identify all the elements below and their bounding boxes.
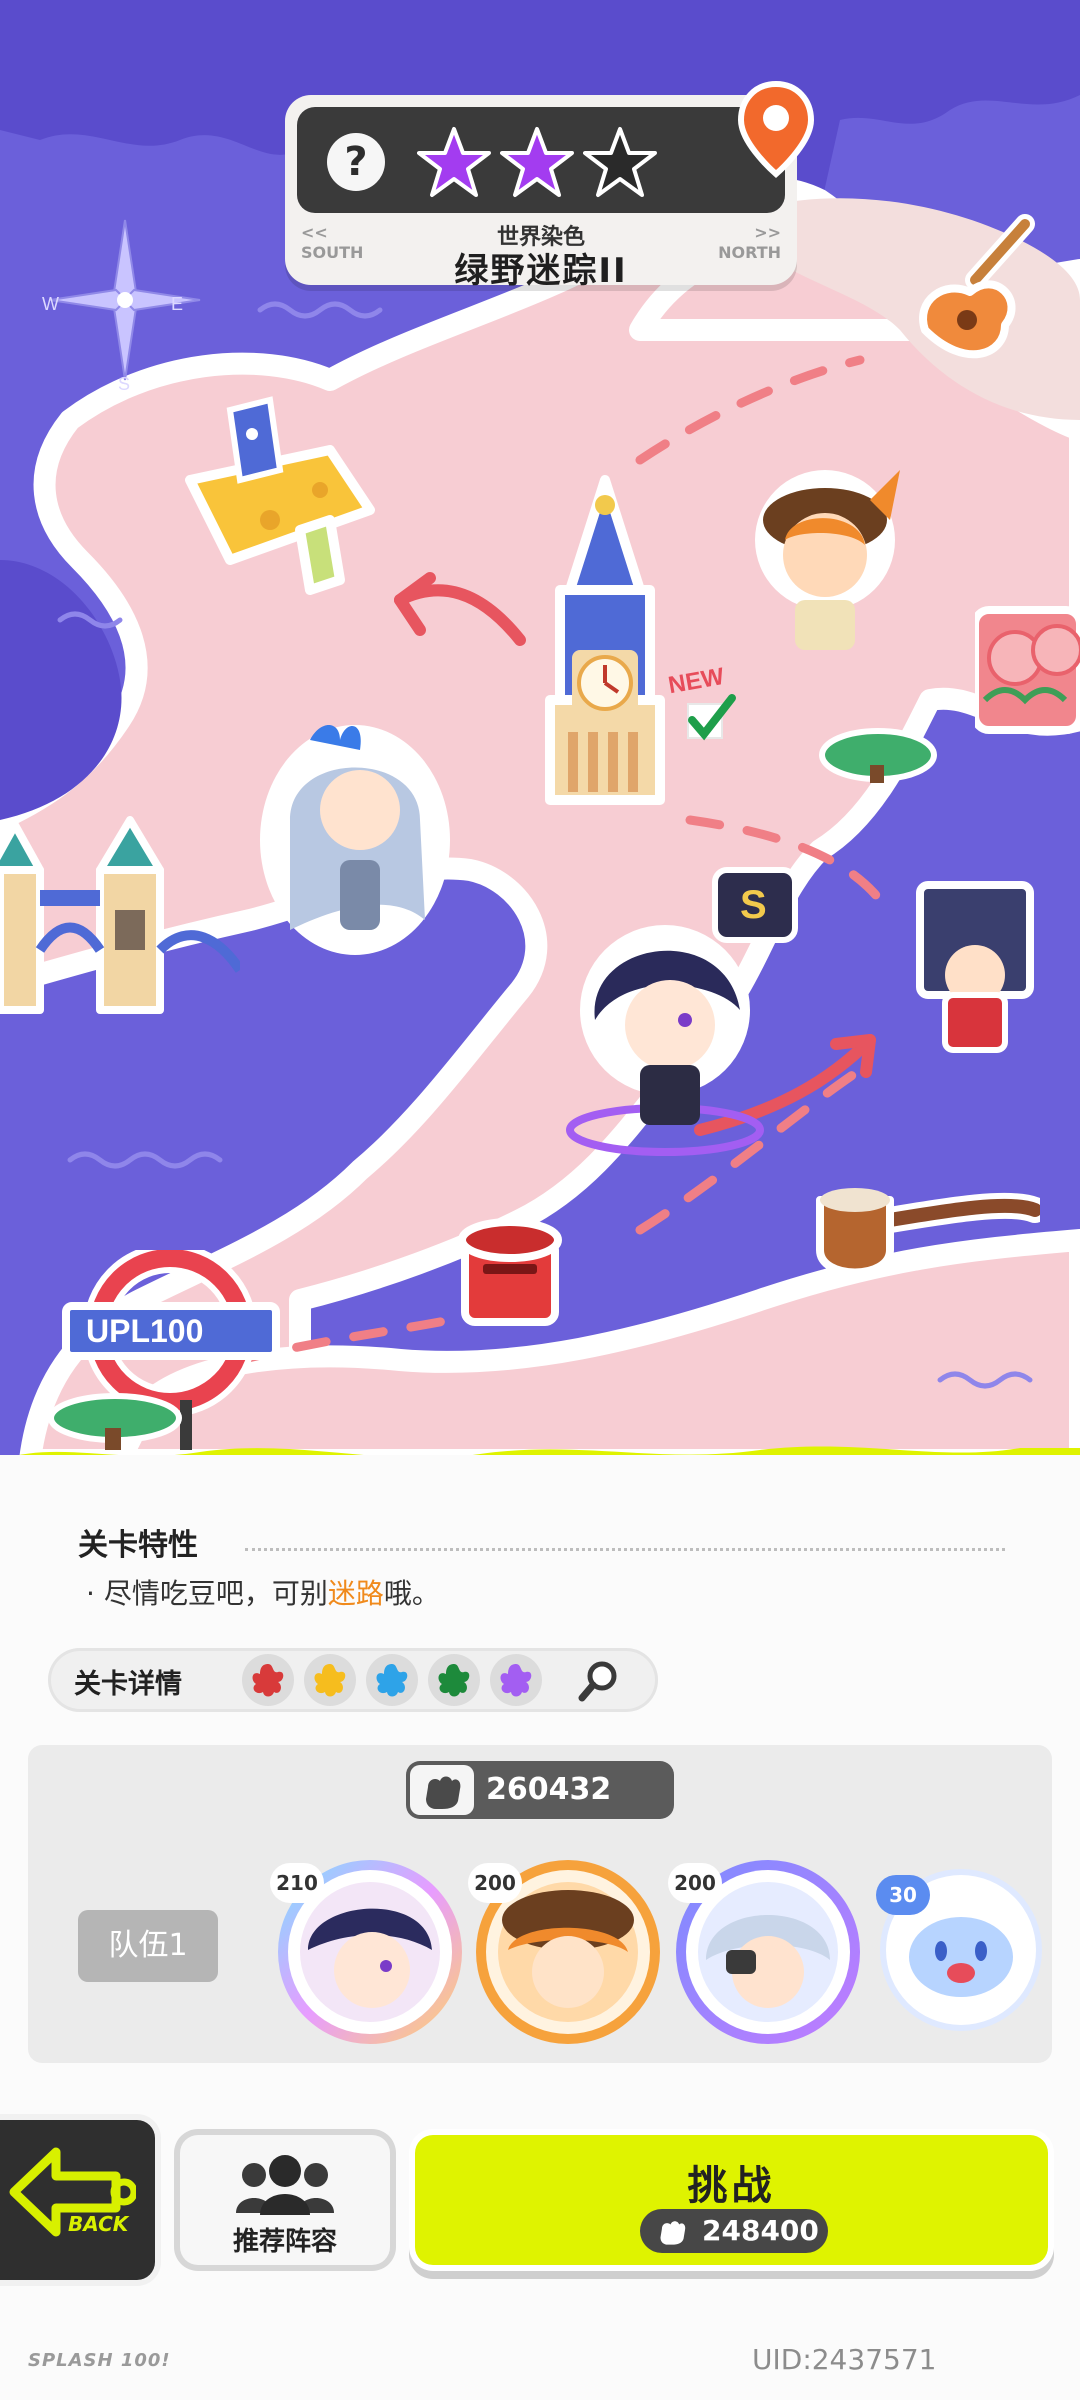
tree-icon bbox=[819, 728, 937, 783]
stage-details-bar[interactable]: 关卡详情 bbox=[48, 1648, 658, 1712]
paint-blue-icon[interactable] bbox=[366, 1654, 418, 1706]
hero-level-badge: 210 bbox=[270, 1863, 324, 1903]
compass-south: S bbox=[118, 374, 130, 390]
challenge-label: 挑战 bbox=[687, 2163, 776, 2209]
hero-level-badge: 200 bbox=[468, 1863, 522, 1903]
back-label: BACK bbox=[68, 2212, 129, 2236]
team-power-badge: 260432 bbox=[406, 1761, 674, 1819]
new-badge: NEW bbox=[666, 663, 736, 741]
guitar-landmark[interactable] bbox=[905, 210, 1045, 380]
next-region-button[interactable]: >> NORTH bbox=[718, 223, 781, 263]
hero-portrait-dark-haired bbox=[300, 1882, 440, 2022]
sign-text: UPL100 bbox=[86, 1313, 203, 1349]
cheese-landmark[interactable] bbox=[170, 390, 380, 600]
location-pin-icon[interactable] bbox=[735, 80, 817, 178]
paint-green-icon[interactable] bbox=[428, 1654, 480, 1706]
pipe-landmark[interactable] bbox=[810, 1170, 1040, 1290]
feature-text-start: 尽情吃豆吧，可别 bbox=[103, 1577, 328, 1610]
compass-east: E bbox=[171, 294, 183, 314]
paint-red-icon[interactable] bbox=[242, 1654, 294, 1706]
challenge-button[interactable]: 挑战 248400 bbox=[415, 2135, 1048, 2265]
fist-icon bbox=[410, 1765, 474, 1815]
hero-portrait-orange-haired bbox=[498, 1882, 638, 2022]
feature-description: · 尽情吃豆吧，可别迷路哦。 bbox=[86, 1572, 440, 1612]
recommended-team-button[interactable]: 推荐阵容 bbox=[180, 2135, 390, 2265]
compass-west: W bbox=[42, 294, 59, 314]
fist-icon bbox=[660, 2221, 686, 2245]
hero-level-badge: 200 bbox=[668, 1863, 722, 1903]
star-filled-icon bbox=[500, 127, 574, 197]
question-icon[interactable]: ? bbox=[327, 133, 385, 191]
stage-details-label: 关卡详情 bbox=[74, 1669, 182, 1700]
compass-icon: E W S bbox=[42, 219, 201, 390]
star-filled-icon bbox=[417, 127, 491, 197]
character-silver-hair[interactable] bbox=[250, 710, 460, 960]
required-power-value: 248400 bbox=[702, 2214, 819, 2247]
required-power-badge: 248400 bbox=[640, 2209, 828, 2253]
clock-tower-landmark[interactable] bbox=[530, 470, 680, 810]
svg-text:S: S bbox=[740, 883, 767, 927]
team-power-value: 260432 bbox=[486, 1772, 612, 1807]
magnifier-icon[interactable] bbox=[578, 1660, 620, 1702]
team-label[interactable]: 队伍1 bbox=[78, 1910, 218, 1982]
divider bbox=[245, 1548, 1005, 1551]
feature-title: 关卡特性 bbox=[78, 1528, 198, 1563]
character-dark-hair-player[interactable]: S bbox=[555, 860, 805, 1160]
character-orange-hair[interactable] bbox=[740, 450, 910, 660]
roses-landmark[interactable] bbox=[975, 590, 1080, 740]
tower-bridge-landmark[interactable] bbox=[0, 800, 240, 1020]
recommended-team-label: 推荐阵容 bbox=[232, 2227, 337, 2257]
pet-level-badge: 30 bbox=[876, 1875, 930, 1915]
group-icon bbox=[236, 2155, 334, 2215]
back-button[interactable]: BACK bbox=[0, 2120, 155, 2280]
paint-purple-icon[interactable] bbox=[490, 1654, 542, 1706]
stage-stars-strip: ? bbox=[297, 107, 785, 213]
postbox-landmark[interactable] bbox=[455, 1210, 565, 1330]
feature-text-end: 哦。 bbox=[383, 1577, 440, 1610]
game-logo: SPLASH 100! bbox=[28, 2350, 171, 2371]
next-region-label: NORTH bbox=[718, 243, 781, 262]
team-panel: 260432 队伍1 210 200 200 30 bbox=[28, 1745, 1052, 2063]
character-guard[interactable] bbox=[900, 875, 1050, 1065]
bullet: · bbox=[86, 1577, 95, 1610]
star-empty-icon bbox=[583, 127, 657, 197]
paint-yellow-icon[interactable] bbox=[304, 1654, 356, 1706]
next-arrow-icon: >> bbox=[754, 223, 781, 242]
new-label: NEW bbox=[666, 663, 726, 699]
hero-portrait-silver-haired bbox=[698, 1882, 838, 2022]
feature-text-highlight: 迷路 bbox=[327, 1577, 384, 1610]
stage-card: ? << SOUTH 世界染色 绿野迷踪II >> NORTH bbox=[285, 95, 797, 291]
user-id: UID:2437571 bbox=[752, 2343, 937, 2376]
